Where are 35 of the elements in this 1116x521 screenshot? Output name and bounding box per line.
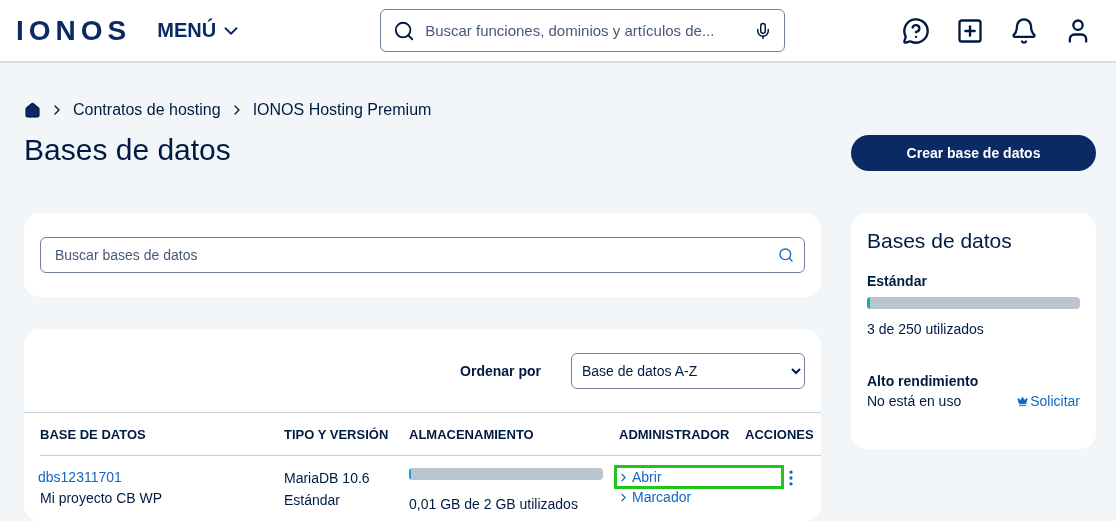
add-button[interactable] <box>956 16 984 45</box>
database-link[interactable]: dbs12311701 <box>38 468 284 486</box>
crown-icon <box>1017 395 1029 407</box>
request-link[interactable]: Solicitar <box>1017 392 1080 410</box>
search-icon <box>393 19 416 42</box>
column-header: ALMACENAMIENTO <box>409 413 619 456</box>
create-database-button[interactable]: Crear base de datos <box>851 135 1096 171</box>
page-title: Bases de datos <box>24 133 232 168</box>
database-description: Mi proyecto CB WP <box>40 489 164 508</box>
admin-link[interactable]: Marcador <box>617 488 745 506</box>
search-field[interactable]: Buscar funciones, dominios y artículos de... <box>380 9 786 52</box>
high-performance-status: No está en uso <box>867 392 962 411</box>
breadcrumb-link[interactable]: IONOS Hosting Premium <box>252 101 432 119</box>
column-header: TIPO Y VERSIÓN <box>284 413 409 456</box>
standard-usage: 3 de 250 utilizados <box>867 320 985 339</box>
column-header: BASE DE DATOS <box>40 413 284 456</box>
menu-button[interactable]: MENÚ <box>157 19 243 42</box>
sort-select[interactable]: Base de datos A-Z <box>571 352 805 389</box>
sort-label: Ordenar por <box>460 362 541 379</box>
standard-label: Estándar <box>867 272 928 291</box>
summary-title: Bases de datos <box>867 229 1013 253</box>
notifications-button[interactable] <box>1010 16 1038 45</box>
database-type: MariaDB 10.6 <box>284 469 371 488</box>
database-edition: Estándar <box>284 491 342 510</box>
home-icon[interactable] <box>24 101 41 119</box>
logo[interactable]: IONOS <box>16 14 132 47</box>
storage-usage: 0,01 GB de 2 GB utilizados <box>409 495 579 514</box>
help-button[interactable] <box>902 16 930 45</box>
column-header: ADMINISTRADOR <box>619 413 745 456</box>
database-search-field[interactable]: Buscar bases de datos <box>40 237 805 273</box>
admin-link[interactable]: Abrir <box>617 468 781 486</box>
column-header: ACCIONES <box>745 413 821 456</box>
search-icon <box>778 247 794 263</box>
high-performance-label: Alto rendimiento <box>867 372 980 391</box>
breadcrumb-link[interactable]: Contratos de hosting <box>73 101 221 119</box>
